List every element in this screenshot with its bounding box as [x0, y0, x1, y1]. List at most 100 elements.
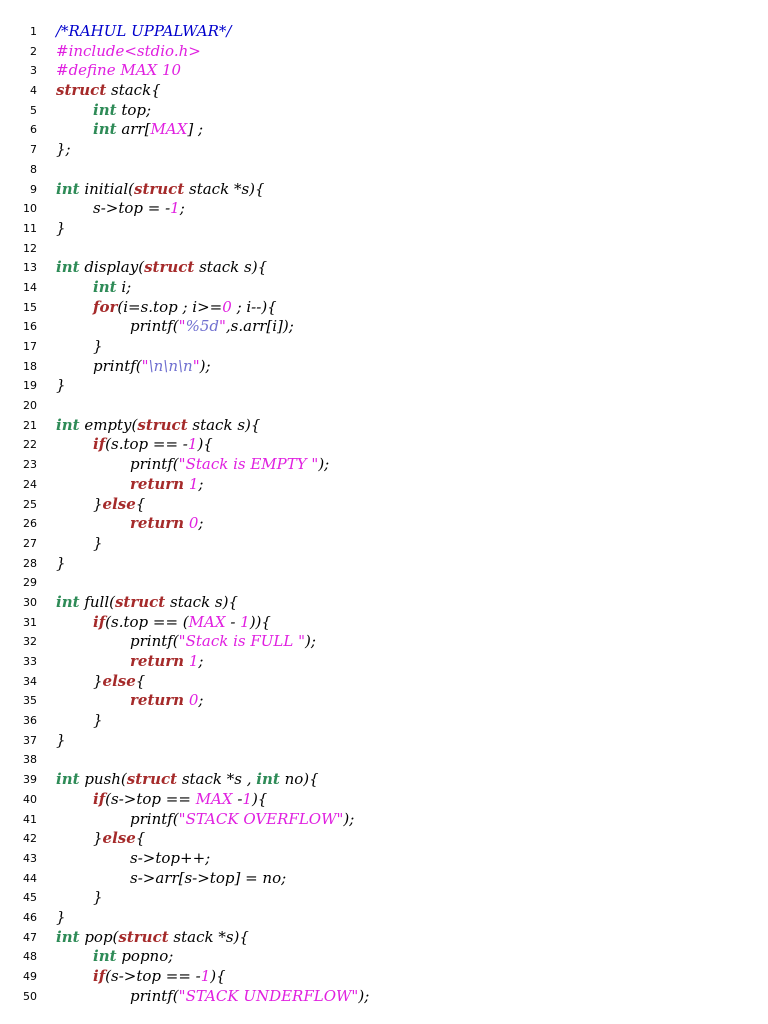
line-number: 49 [23, 970, 37, 983]
code-line: 7}; [0, 140, 768, 160]
line-number: 12 [23, 241, 37, 255]
code-token: struct [144, 258, 195, 277]
code-token: no){ [279, 770, 319, 789]
code-token: - [232, 789, 243, 808]
line-number: 48 [23, 950, 37, 964]
code-token: struct [134, 179, 185, 198]
code-listing: 1 /*RAHUL UPPALWAR*/ 2 #include<stdio.h> 3 #d… [0, 22, 768, 1006]
code-token: 1 [200, 967, 211, 985]
code-text: int arr[MAX] ; [93, 120, 203, 140]
code-text: printf("\n\n\n"); [93, 357, 211, 377]
code-token: ); [199, 356, 211, 375]
line-number: 16 [23, 320, 37, 334]
code-line: 33 return 1; [0, 652, 768, 672]
line-number: 31 [23, 615, 37, 629]
code-token: 1 [240, 612, 250, 631]
code-token: push( [79, 770, 127, 789]
code-token: if [93, 435, 106, 454]
code-line: 32 printf("Stack is FULL "); [0, 632, 768, 652]
code-token: full( [79, 592, 115, 611]
code-line: 47 int pop(struct stack *s){ [0, 928, 768, 948]
code-line: 44 s->arr[s->top] = no; [0, 869, 768, 889]
code-token: " [192, 356, 200, 375]
code-token: "STACK OVERFLOW" [178, 809, 344, 828]
line-number: 6 [30, 123, 37, 137]
code-token: } [56, 218, 66, 237]
code-token: { [135, 671, 146, 690]
code-token: stack s){ [194, 258, 268, 277]
code-token: initial( [79, 179, 134, 198]
code-token: 0 [188, 691, 199, 710]
line-number: 34 [23, 674, 37, 688]
line-number: 2 [30, 44, 37, 58]
code-line: 27} [0, 534, 768, 554]
line-number: 42 [23, 832, 37, 846]
code-line: 3 #define MAX 10 [0, 61, 768, 81]
code-token: int [93, 100, 117, 119]
code-token: int [56, 179, 80, 198]
code-token: ); [304, 632, 316, 651]
code-line: 19} [0, 376, 768, 396]
code-token: ; [198, 474, 204, 493]
line-number: 33 [23, 655, 37, 668]
code-token: s->arr[s->top] = no; [130, 868, 287, 887]
code-line: 20 [0, 396, 768, 416]
code-token: int [256, 770, 280, 789]
code-text: #define MAX 10 [56, 61, 181, 81]
code-text: int pop(struct stack *s){ [56, 928, 249, 948]
code-token: pop( [79, 927, 119, 946]
line-number: 17 [23, 340, 37, 353]
line-number: 5 [30, 103, 37, 117]
code-text: }else{ [93, 672, 145, 692]
code-token: ); [318, 455, 330, 474]
code-token: s->top++; [130, 848, 211, 867]
code-token: stack *s){ [168, 927, 249, 946]
code-token: } [56, 907, 66, 926]
code-token: (s->top == [105, 789, 196, 808]
line-number: 13 [23, 261, 37, 275]
code-text: s->top++; [130, 849, 210, 869]
code-token: (s.top == - [105, 435, 188, 454]
code-text: s->arr[s->top] = no; [130, 869, 286, 889]
line-number: 36 [23, 714, 37, 728]
code-text: /*RAHUL UPPALWAR*/ [56, 22, 231, 42]
code-token: } [93, 533, 103, 552]
code-text: printf("%5d",s.arr[i]); [130, 317, 294, 337]
code-token: %5d [185, 317, 219, 336]
code-text: int empty(struct stack s){ [56, 416, 260, 436]
code-token: #include<stdio.h> [56, 41, 201, 60]
code-line: 9 int initial(struct stack *s){ [0, 180, 768, 200]
code-token: } [93, 829, 103, 848]
line-number: 47 [23, 930, 37, 944]
code-token: ; [198, 514, 204, 533]
code-line: 30 int full(struct stack s){ [0, 593, 768, 613]
code-text: if(s.top == -1){ [93, 435, 213, 455]
code-token: - [225, 612, 241, 631]
code-token: stack *s){ [184, 179, 265, 198]
code-token: "Stack is FULL " [178, 632, 305, 651]
code-token: 0 [188, 514, 199, 533]
code-token: (i=s.top ; i>= [117, 297, 223, 316]
code-text: int popno; [93, 947, 173, 967]
code-token: ; [179, 199, 185, 218]
code-token: } [93, 711, 103, 730]
code-token: i; [116, 277, 132, 296]
code-token: ; i--){ [231, 297, 277, 316]
code-token: #define MAX 10 [56, 61, 182, 80]
code-token: if [93, 967, 106, 985]
line-number: 28 [23, 556, 37, 570]
code-token: } [93, 888, 103, 907]
line-number: 7 [30, 143, 37, 157]
code-token: printf( [130, 809, 179, 828]
code-text: } [56, 908, 66, 928]
code-line: 4 struct stack{ [0, 81, 768, 101]
line-number: 35 [23, 694, 37, 708]
code-token: } [56, 553, 66, 572]
code-text: } [93, 711, 103, 731]
code-token: 1 [242, 789, 252, 808]
code-text: } [93, 534, 103, 554]
code-text: return 0; [130, 691, 203, 711]
code-text: } [93, 888, 103, 908]
code-token: (s->top == - [105, 967, 201, 985]
line-number: 37 [23, 733, 37, 747]
